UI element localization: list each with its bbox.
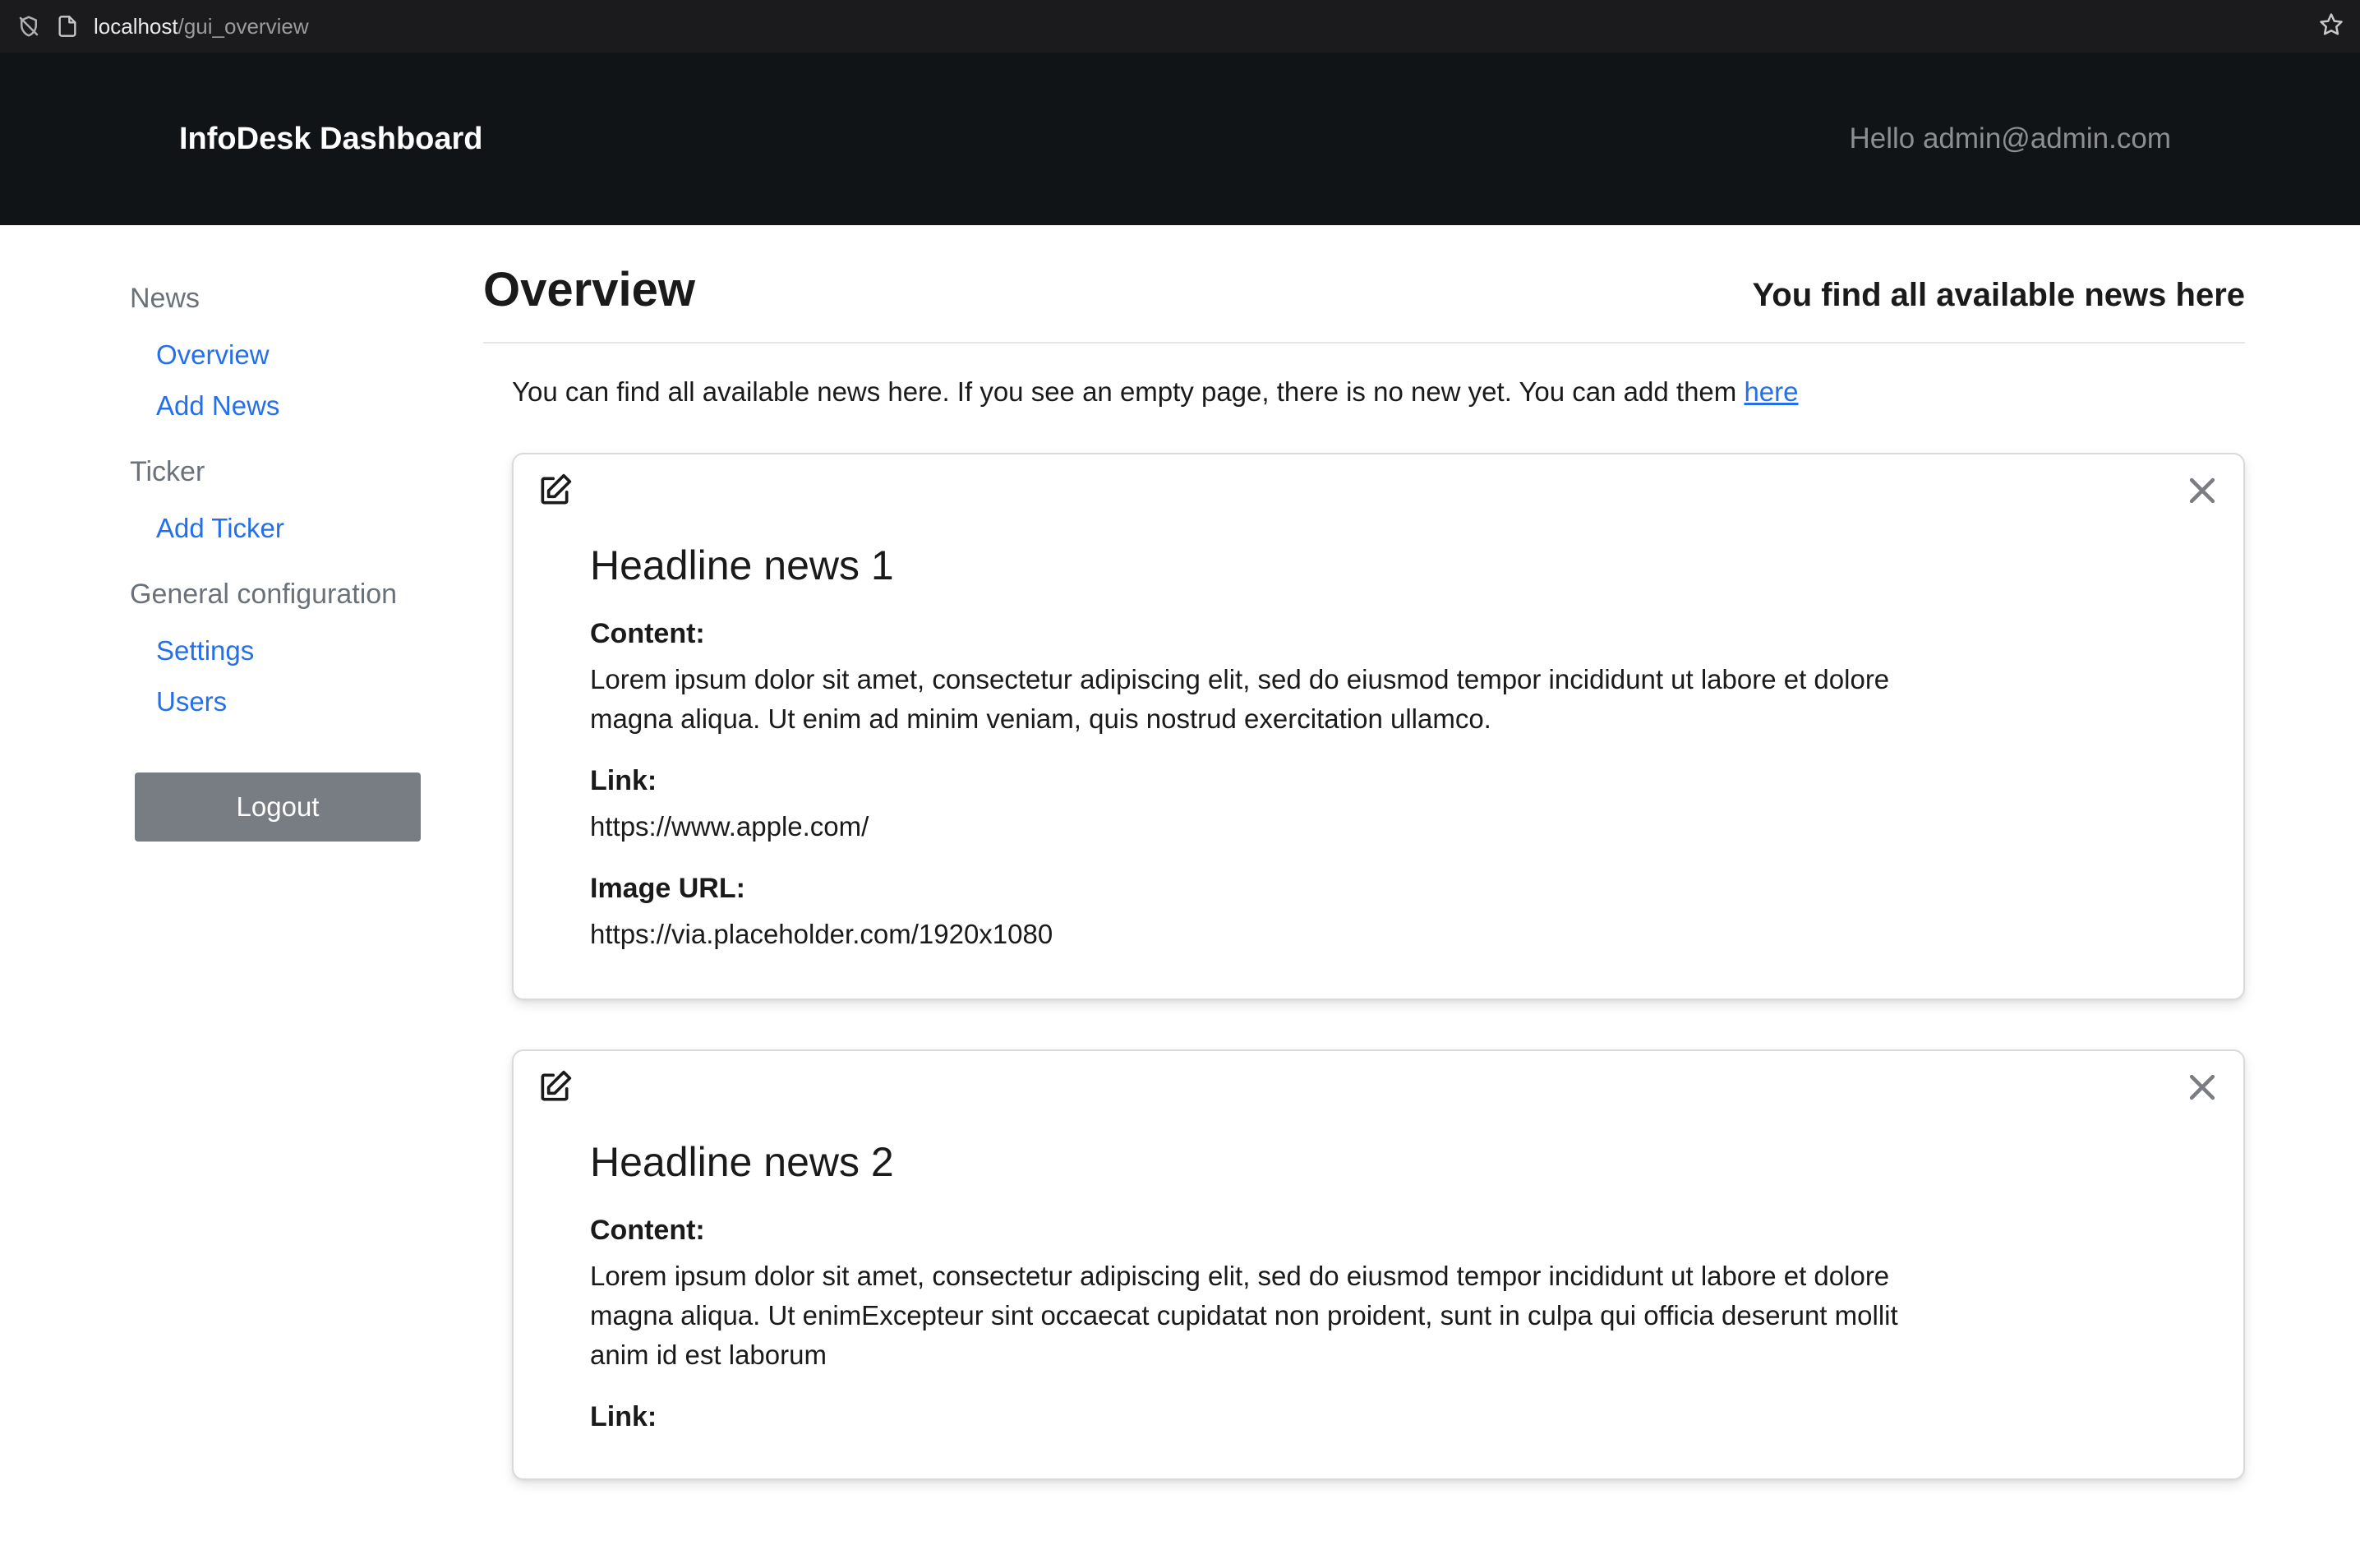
edit-button[interactable] xyxy=(537,1069,573,1105)
intro-body: You can find all available news here. If… xyxy=(512,376,1744,407)
nav-group-ticker: Ticker xyxy=(130,456,434,488)
sidebar: News Overview Add News Ticker Add Ticker… xyxy=(105,254,459,1529)
image-url-value: https://via.placeholder.com/1920x1080 xyxy=(590,915,1921,954)
intro-add-link[interactable]: here xyxy=(1744,376,1798,407)
link-label: Link: xyxy=(590,1401,2167,1433)
shield-off-icon xyxy=(16,14,41,39)
sidebar-item-add-ticker[interactable]: Add Ticker xyxy=(130,503,434,554)
url-path: /gui_overview xyxy=(178,14,309,39)
content-value: Lorem ipsum dolor sit amet, consectetur … xyxy=(590,1257,1921,1375)
news-headline: Headline news 1 xyxy=(590,542,2167,589)
content-label: Content: xyxy=(590,1215,2167,1247)
app-header: InfoDesk Dashboard Hello admin@admin.com xyxy=(0,53,2360,225)
app-title: InfoDesk Dashboard xyxy=(179,122,483,157)
edit-icon xyxy=(537,473,573,509)
news-card: Headline news 1 Content: Lorem ipsum dol… xyxy=(512,453,2245,1000)
nav-group-general: General configuration xyxy=(130,579,434,611)
main-content: Overview You find all available news her… xyxy=(459,254,2245,1529)
edit-icon xyxy=(537,1069,573,1105)
page-icon xyxy=(56,15,79,38)
browser-address-bar: localhost/gui_overview xyxy=(0,0,2360,53)
user-greeting: Hello admin@admin.com xyxy=(1849,122,2171,155)
url-host: localhost xyxy=(94,14,178,39)
link-value: https://www.apple.com/ xyxy=(590,807,1921,846)
nav-group-news: News xyxy=(130,283,434,315)
close-icon xyxy=(2184,473,2220,509)
logout-button[interactable]: Logout xyxy=(135,772,421,842)
news-card: Headline news 2 Content: Lorem ipsum dol… xyxy=(512,1049,2245,1480)
page-head: Overview You find all available news her… xyxy=(483,254,2245,344)
content-label: Content: xyxy=(590,618,2167,650)
content-value: Lorem ipsum dolor sit amet, consectetur … xyxy=(590,660,1921,739)
page-subtitle: You find all available news here xyxy=(1753,277,2245,314)
image-url-label: Image URL: xyxy=(590,873,2167,905)
sidebar-item-users[interactable]: Users xyxy=(130,676,434,727)
close-button[interactable] xyxy=(2184,1069,2220,1105)
close-icon xyxy=(2184,1069,2220,1105)
page-title: Overview xyxy=(483,262,695,317)
bookmark-star-icon[interactable] xyxy=(2319,12,2344,41)
edit-button[interactable] xyxy=(537,473,573,509)
sidebar-item-add-news[interactable]: Add News xyxy=(130,380,434,431)
news-headline: Headline news 2 xyxy=(590,1138,2167,1186)
link-label: Link: xyxy=(590,765,2167,797)
intro-text: You can find all available news here. If… xyxy=(512,376,2245,408)
url-display[interactable]: localhost/gui_overview xyxy=(94,14,2304,39)
close-button[interactable] xyxy=(2184,473,2220,509)
sidebar-item-overview[interactable]: Overview xyxy=(130,330,434,380)
sidebar-item-settings[interactable]: Settings xyxy=(130,625,434,676)
